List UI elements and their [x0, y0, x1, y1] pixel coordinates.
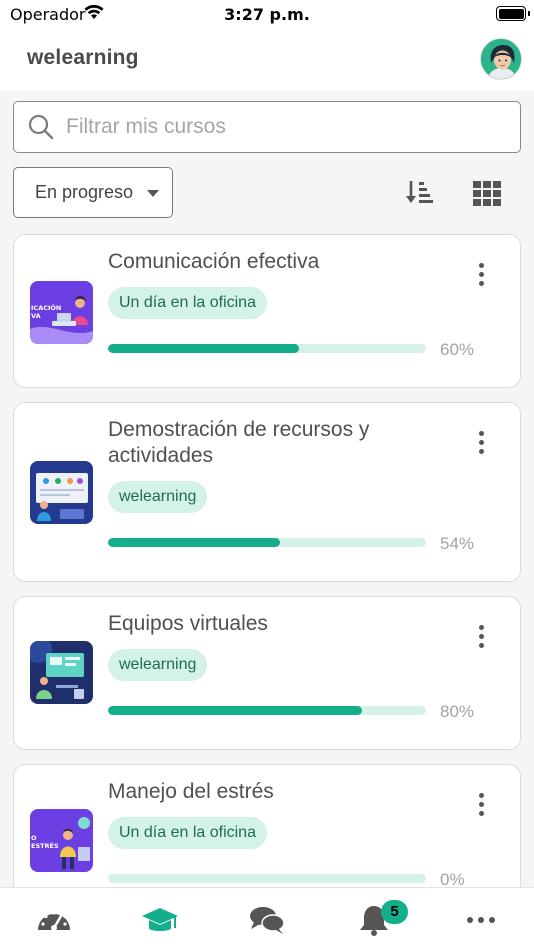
- app-screen: Operador 3:27 p.m. welearning Filtrar mi…: [0, 0, 534, 950]
- search-icon: [28, 114, 54, 140]
- thumbnail-text: O: [31, 834, 37, 842]
- notifications-badge: 5: [381, 900, 408, 924]
- course-card[interactable]: Equipos virtuales welearning 80%: [13, 596, 521, 750]
- status-bar: Operador 3:27 p.m.: [0, 0, 534, 30]
- battery-icon: [496, 6, 530, 21]
- graduation-cap-icon[interactable]: [140, 904, 180, 936]
- course-progress-fill: [108, 538, 280, 547]
- thumbnail-text: VA: [31, 312, 41, 320]
- dashboard-gauge-icon[interactable]: [34, 904, 74, 936]
- app-header: welearning: [0, 30, 534, 90]
- thumbnail-text: ICACIÓN: [31, 303, 61, 312]
- search-box[interactable]: [13, 101, 521, 153]
- course-category-tag: welearning: [108, 481, 208, 513]
- chat-bubbles-icon[interactable]: [247, 904, 287, 936]
- course-category-tag: welearning: [108, 649, 208, 681]
- bottom-tab-bar: 5: [0, 887, 534, 950]
- course-progress-bar: [108, 344, 426, 353]
- app-title: welearning: [27, 46, 139, 69]
- course-thumbnail: O ESTRÉS: [30, 809, 93, 872]
- course-thumbnail: [30, 461, 93, 524]
- course-title[interactable]: Manejo del estrés: [108, 779, 408, 805]
- course-progress-bar: [108, 706, 426, 715]
- more-options-icon[interactable]: [472, 790, 492, 820]
- search-input[interactable]: [66, 102, 506, 151]
- course-title[interactable]: Comunicación efectiva: [108, 249, 408, 275]
- course-title[interactable]: Demostración de recursos y actividades: [108, 417, 408, 469]
- course-progress-label: 80%: [440, 702, 475, 721]
- course-card[interactable]: ICACIÓN VA Comunicación efectiva Un día …: [13, 234, 521, 388]
- caret-down-icon: [147, 190, 159, 197]
- course-progress-fill: [108, 706, 363, 715]
- grid-view-icon[interactable]: [471, 179, 503, 207]
- filter-selected-value: En progreso: [35, 182, 134, 202]
- course-card[interactable]: Demostración de recursos y actividades w…: [13, 402, 521, 582]
- more-options-icon[interactable]: [472, 428, 492, 458]
- course-progress-label: 54%: [440, 534, 475, 553]
- sort-descending-icon[interactable]: [404, 177, 436, 209]
- course-thumbnail: [30, 641, 93, 704]
- course-progress-bar: [108, 874, 426, 883]
- course-progress-bar: [108, 538, 426, 547]
- course-progress-label: 60%: [440, 340, 475, 359]
- clock-time: 3:27 p.m.: [224, 5, 310, 24]
- course-category-tag: Un día en la oficina: [108, 287, 267, 319]
- more-options-icon[interactable]: [472, 622, 492, 652]
- more-options-icon[interactable]: [472, 260, 492, 290]
- user-avatar-icon[interactable]: [480, 38, 522, 80]
- thumbnail-text: ESTRÉS: [31, 841, 59, 850]
- course-category-tag: Un día en la oficina: [108, 817, 267, 849]
- course-title[interactable]: Equipos virtuales: [108, 611, 408, 637]
- course-progress-fill: [108, 344, 299, 353]
- more-dots-icon[interactable]: [461, 904, 501, 936]
- status-filter-dropdown[interactable]: En progreso: [13, 167, 173, 218]
- course-thumbnail: ICACIÓN VA: [30, 281, 93, 344]
